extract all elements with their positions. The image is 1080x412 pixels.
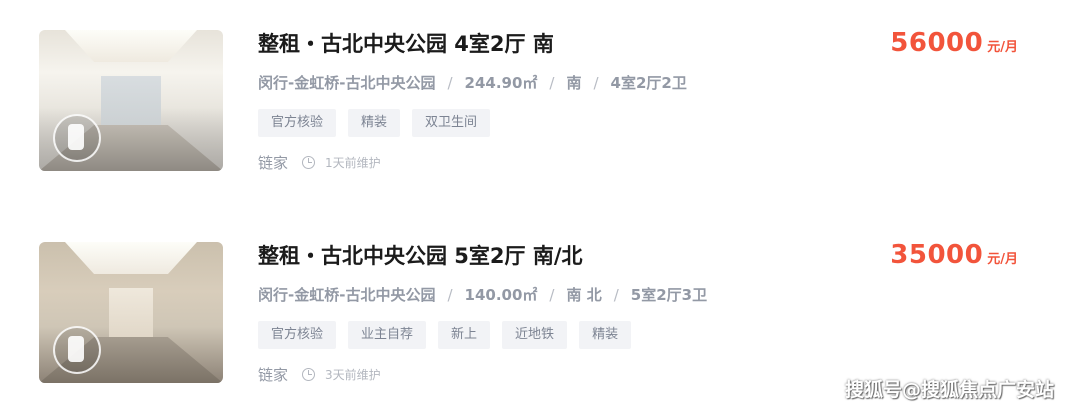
orientation-value: 南	[566, 74, 582, 92]
area-value: 140.00㎡	[464, 286, 538, 304]
price-amount: 56000	[890, 28, 984, 58]
listing-card[interactable]: 整租・古北中央公园 5室2厅 南/北 闵行-金虹桥-古北中央公园 / 140.00㎡…	[0, 212, 1080, 402]
meta-separator: /	[447, 74, 453, 92]
price-unit: 元/月	[987, 252, 1018, 267]
tag: 业主自荐	[348, 321, 427, 349]
ceiling-light	[65, 242, 197, 274]
agency-name: 链家	[258, 154, 289, 172]
vr-icon[interactable]	[53, 114, 101, 162]
listing-photo[interactable]	[39, 242, 223, 383]
tag-list: 官方核验 业主自荐 新上 近地铁 精装	[258, 321, 632, 349]
meta-separator: /	[549, 74, 555, 92]
tag: 新上	[438, 321, 491, 349]
price: 56000 元/月	[890, 28, 1018, 58]
price: 35000 元/月	[890, 240, 1018, 270]
layout-value: 5室2厅3卫	[630, 286, 708, 304]
vr-icon[interactable]	[53, 326, 101, 374]
updated-time: 3天前维护	[325, 368, 381, 382]
meta-separator: /	[549, 286, 555, 304]
meta-separator: /	[447, 286, 453, 304]
tag: 官方核验	[258, 321, 337, 349]
listing-meta: 闵行-金虹桥-古北中央公园 / 140.00㎡ / 南 北 / 5室2厅3卫	[258, 284, 707, 305]
listing-title[interactable]: 整租・古北中央公园 4室2厅 南	[258, 28, 554, 58]
price-unit: 元/月	[987, 40, 1018, 55]
tag-list: 官方核验 精装 双卫生间	[258, 109, 491, 137]
orientation-value: 南 北	[566, 286, 602, 304]
listing-source: 链家 3天前维护	[258, 364, 381, 385]
tag: 双卫生间	[412, 109, 491, 137]
area-value: 244.90㎡	[464, 74, 538, 92]
listing-card[interactable]: 整租・古北中央公园 4室2厅 南 闵行-金虹桥-古北中央公园 / 244.90㎡ / 南…	[0, 0, 1080, 190]
listing-meta: 闵行-金虹桥-古北中央公园 / 244.90㎡ / 南 / 4室2厅2卫	[258, 72, 687, 93]
listing-source: 链家 1天前维护	[258, 152, 381, 173]
clock-icon	[302, 368, 316, 381]
layout-value: 4室2厅2卫	[610, 74, 687, 92]
district-link[interactable]: 闵行-金虹桥-古北中央公园	[258, 286, 435, 304]
ceiling-light	[65, 30, 197, 62]
meta-separator: /	[593, 74, 599, 92]
agency-name: 链家	[258, 366, 289, 384]
watermark: 搜狐号@搜狐焦点广安站	[844, 379, 1054, 401]
tag: 官方核验	[258, 109, 337, 137]
listing-title[interactable]: 整租・古北中央公园 5室2厅 南/北	[258, 240, 583, 270]
tag: 精装	[348, 109, 401, 137]
district-link[interactable]: 闵行-金虹桥-古北中央公园	[258, 74, 435, 92]
meta-separator: /	[613, 286, 619, 304]
tag: 近地铁	[502, 321, 568, 349]
clock-icon	[302, 156, 316, 169]
updated-time: 1天前维护	[325, 156, 381, 170]
listing-photo[interactable]	[39, 30, 223, 171]
tag: 精装	[579, 321, 632, 349]
price-amount: 35000	[890, 240, 984, 270]
